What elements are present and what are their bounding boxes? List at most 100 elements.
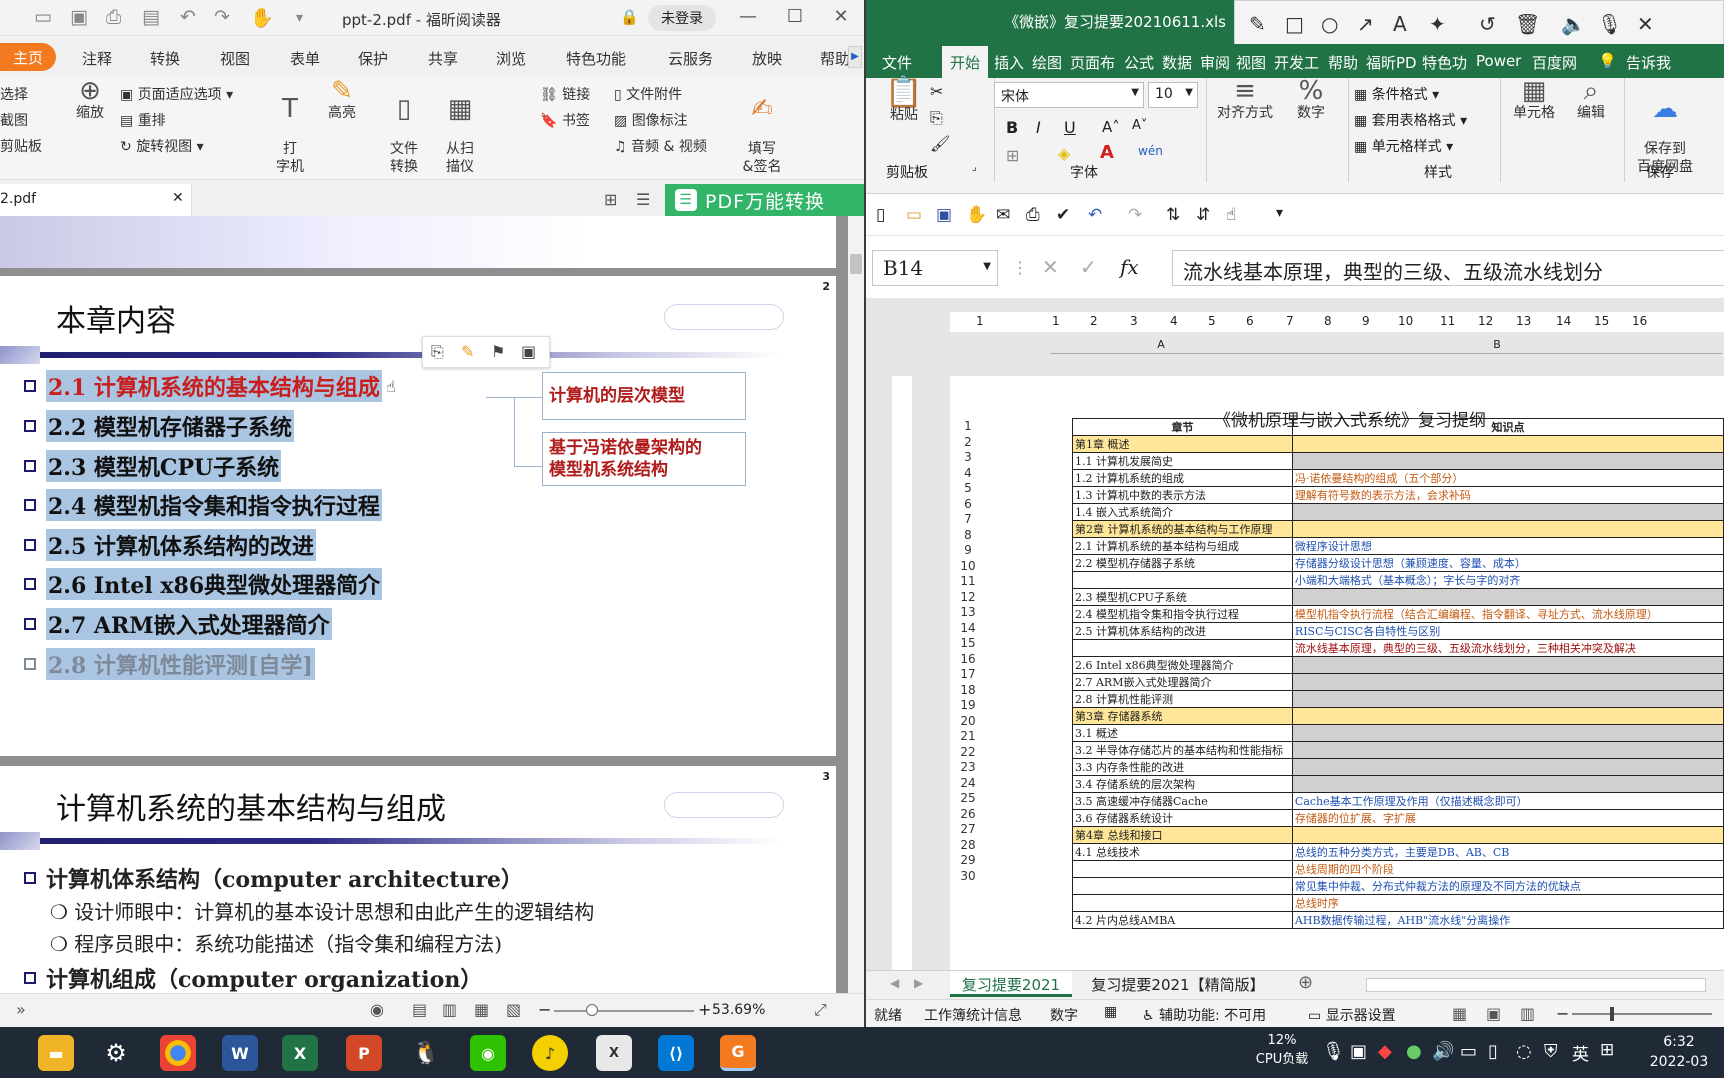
- tab-comment[interactable]: 注释: [82, 48, 112, 69]
- table-row[interactable]: 1.2 计算机系统的组成 冯·诺依曼结构的组成（五个部分）: [1072, 469, 1724, 487]
- knowledge-cell[interactable]: [1291, 775, 1724, 793]
- knowledge-cell[interactable]: [1291, 741, 1724, 759]
- header-cell[interactable]: 章节: [1072, 418, 1293, 436]
- powerpoint-icon[interactable]: P: [346, 1035, 382, 1071]
- chapter-cell[interactable]: 第1章 概述: [1072, 435, 1293, 453]
- number-format-button[interactable]: % 数字: [1286, 78, 1336, 122]
- scrollbar-thumb[interactable]: [850, 254, 862, 274]
- xmind-icon[interactable]: X: [596, 1035, 632, 1071]
- knowledge-cell[interactable]: [1291, 588, 1724, 606]
- table-row[interactable]: 2.2 模型机存储器子系统 存储器分级设计思想（兼顾速度、容量、成本）: [1072, 554, 1724, 572]
- excel-icon[interactable]: X: [282, 1035, 318, 1071]
- customize-qat-icon[interactable]: ▾: [296, 10, 303, 26]
- eye-icon[interactable]: ◉: [370, 1000, 384, 1019]
- clock[interactable]: 6:32 2022-03: [1634, 1032, 1724, 1072]
- knowledge-cell[interactable]: [1291, 452, 1724, 470]
- editing-button[interactable]: ⌕ 编辑: [1566, 78, 1616, 122]
- insert-function-icon[interactable]: fx: [1120, 255, 1139, 279]
- tab-special[interactable]: 特色功: [1422, 52, 1467, 73]
- table-row[interactable]: 第1章 概述: [1072, 435, 1724, 453]
- list-item[interactable]: 2.5 计算机体系结构的改进: [24, 529, 316, 561]
- knowledge-cell[interactable]: RISC与CISC各自特性与区别: [1291, 622, 1724, 640]
- tab-power[interactable]: Power: [1476, 52, 1521, 70]
- row-header[interactable]: 30: [950, 868, 986, 885]
- header-cell[interactable]: 知识点: [1291, 418, 1724, 436]
- list-item[interactable]: 2.4 模型机指令集和指令执行过程: [24, 489, 382, 521]
- tab-features[interactable]: 特色功能: [566, 48, 626, 69]
- grid-view-icon[interactable]: ⊞: [604, 190, 617, 209]
- knowledge-cell[interactable]: 常见集中仲裁、分布式仲裁方法的原理及不同方法的优缺点: [1291, 877, 1724, 895]
- phonetic-icon[interactable]: wén: [1138, 144, 1163, 158]
- formula-input[interactable]: 流水线基本原理，典型的三级、五级流水线划分: [1172, 250, 1724, 286]
- chapter-cell[interactable]: 2.8 计算机性能评测: [1072, 690, 1293, 708]
- microphone-icon[interactable]: 🎙: [1322, 1041, 1345, 1062]
- chapter-cell[interactable]: 2.4 模型机指令集和指令执行过程: [1072, 605, 1293, 623]
- list-item[interactable]: 2.7 ARM嵌入式处理器简介: [24, 608, 332, 640]
- chapter-cell[interactable]: 第2章 计算机系统的基本结构与工作原理: [1072, 520, 1293, 538]
- horizontal-scrollbar[interactable]: [1366, 978, 1706, 992]
- border-icon[interactable]: ⊞: [1006, 146, 1019, 165]
- cut-icon[interactable]: ✂: [930, 82, 943, 101]
- rotate-view-button[interactable]: ↻ 旋转视图 ▾: [120, 136, 204, 156]
- tab-home[interactable]: 开始: [942, 46, 988, 78]
- tray-app-icon[interactable]: ◆: [1378, 1041, 1392, 1062]
- table-row[interactable]: 3.5 高速缓冲存储器Cache Cache基本工作原理及作用（仅描述概念即可）: [1072, 792, 1724, 810]
- print-icon[interactable]: ⎙: [106, 6, 121, 28]
- table-row[interactable]: 4.2 片内总线AMBA AHB数据传输过程，AHB"流水线"分离操作: [1072, 911, 1724, 929]
- row-header[interactable]: 26: [950, 806, 986, 823]
- row-header[interactable]: 3: [950, 449, 986, 466]
- workbook-stats-button[interactable]: 工作簿统计信息: [924, 1005, 1022, 1025]
- row-header[interactable]: 24: [950, 775, 986, 792]
- chapter-cell[interactable]: 2.1 计算机系统的基本结构与组成: [1072, 537, 1293, 555]
- knowledge-cell[interactable]: Cache基本工作原理及作用（仅描述概念即可）: [1291, 792, 1724, 810]
- page-layout-view-icon[interactable]: ▣: [1486, 1004, 1501, 1023]
- list-item[interactable]: 2.6 Intel x86典型微处理器简介: [24, 568, 383, 600]
- chapter-cell[interactable]: 3.2 半导体存储芯片的基本结构和性能指标: [1072, 741, 1293, 759]
- zoom-level[interactable]: 53.69%: [712, 1002, 765, 1018]
- italic-icon[interactable]: I: [1036, 118, 1041, 137]
- tab-insert[interactable]: 插入: [994, 52, 1024, 73]
- table-row[interactable]: 3.3 内存条性能的改进: [1072, 758, 1724, 776]
- zoom-in-icon[interactable]: +: [698, 1000, 711, 1019]
- row-header[interactable]: 13: [950, 604, 986, 621]
- close-tab-icon[interactable]: ✕: [172, 190, 184, 206]
- prev-sheet-icon[interactable]: ◀: [890, 976, 899, 990]
- alignment-button[interactable]: ≡ 对齐方式: [1210, 78, 1280, 122]
- select-tool[interactable]: 选择: [0, 84, 28, 104]
- list-item[interactable]: 2.1 计算机系统的基本结构与组成 ☝: [24, 370, 396, 402]
- open-folder-icon[interactable]: ▭: [34, 6, 52, 28]
- cancel-icon[interactable]: ✕: [1042, 255, 1059, 279]
- knowledge-cell[interactable]: 模型机指令执行流程（结合汇编编程、指令翻译、寻址方式、流水线原理）: [1291, 605, 1724, 623]
- new-file-icon[interactable]: ▯: [876, 205, 885, 225]
- row-header[interactable]: 2: [950, 434, 986, 451]
- undo-icon[interactable]: ↶: [180, 6, 196, 28]
- table-row[interactable]: 4.1 总线技术 总线的五种分类方式，主要是DB、AB、CB: [1072, 843, 1724, 861]
- chapter-cell[interactable]: 2.2 模型机存储器子系统: [1072, 554, 1293, 572]
- cpu-monitor[interactable]: 12% CPU负载: [1250, 1031, 1314, 1069]
- knowledge-cell[interactable]: [1291, 758, 1724, 776]
- knowledge-cell[interactable]: [1291, 656, 1724, 674]
- chapter-cell[interactable]: 3.5 高速缓冲存储器Cache: [1072, 792, 1293, 810]
- tab-view[interactable]: 视图: [220, 48, 250, 69]
- open-folder-icon[interactable]: ▭: [906, 205, 922, 225]
- scan-button[interactable]: ▦ 从扫 描仪: [438, 82, 482, 176]
- tab-help[interactable]: 帮助: [1328, 52, 1358, 73]
- knowledge-cell[interactable]: 总线周期的四个阶段: [1291, 860, 1724, 878]
- continuous-page-icon[interactable]: ▥: [442, 1000, 457, 1019]
- chapter-cell[interactable]: 2.6 Intel x86典型微处理器简介: [1072, 656, 1293, 674]
- zoom-slider-thumb[interactable]: [1610, 1007, 1614, 1021]
- row-header[interactable]: 17: [950, 666, 986, 683]
- foxit-reader-icon[interactable]: G: [720, 1035, 756, 1071]
- knowledge-cell[interactable]: 总线时序: [1291, 894, 1724, 912]
- list-item[interactable]: 2.8 计算机性能评测[自学]: [24, 648, 315, 680]
- undo-icon[interactable]: ↺: [1479, 12, 1496, 36]
- table-row[interactable]: 3.1 概述: [1072, 724, 1724, 742]
- tray-app-icon[interactable]: ▣: [1350, 1041, 1367, 1062]
- knowledge-cell[interactable]: AHB数据传输过程，AHB"流水线"分离操作: [1291, 911, 1724, 929]
- accessibility-status[interactable]: ♿ 辅助功能: 不可用: [1142, 1005, 1266, 1025]
- table-row[interactable]: 1.3 计算机中数的表示方法 理解有符号数的表示方法，会求补码: [1072, 486, 1724, 504]
- tab-slideshow[interactable]: 放映: [752, 48, 782, 69]
- security-icon[interactable]: ⛨: [1544, 1041, 1558, 1062]
- zoom-slider-thumb[interactable]: [586, 1004, 598, 1016]
- vscode-icon[interactable]: ⟨⟩: [658, 1035, 694, 1071]
